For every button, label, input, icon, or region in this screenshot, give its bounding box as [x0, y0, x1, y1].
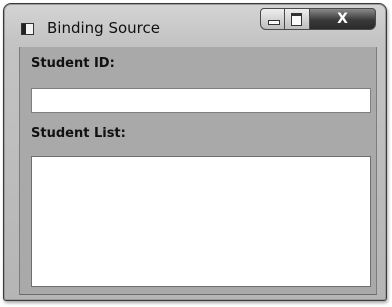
window-title: Binding Source	[47, 19, 160, 37]
client-area: Student ID: Student List:	[19, 47, 377, 295]
student-id-input[interactable]	[31, 88, 371, 113]
close-icon: X	[337, 11, 348, 27]
student-list-box[interactable]	[31, 156, 371, 287]
maximize-button[interactable]	[285, 8, 310, 30]
caption-buttons: X	[260, 8, 378, 32]
close-button[interactable]: X	[310, 8, 376, 30]
app-window: Binding Source X Student ID: Student Lis…	[3, 3, 387, 301]
student-id-label: Student ID:	[31, 56, 115, 71]
minimize-button[interactable]	[260, 8, 285, 30]
maximize-icon	[291, 13, 302, 26]
app-icon	[21, 23, 34, 35]
student-list-label: Student List:	[31, 126, 126, 141]
minimize-icon	[268, 20, 280, 25]
